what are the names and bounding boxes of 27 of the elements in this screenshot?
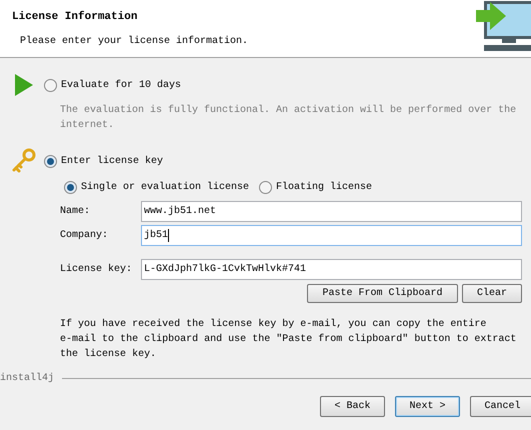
text-field[interactable]: L-GXdJph7lkG-1CvkTwHlvk#741 <box>141 259 522 280</box>
info-text: If you have received the license key by e-mail, you can copy the entire e-mail to the clipboard and use the "Paste from clipboard" button to extract the license key. <box>60 318 518 362</box>
license-type-label: Single or evaluation license <box>81 180 250 194</box>
radio-button[interactable] <box>64 180 77 194</box>
radio-button[interactable] <box>259 180 272 194</box>
field-label: Name: <box>60 205 92 219</box>
option-label: Enter license key <box>61 154 164 168</box>
play-icon <box>15 74 33 96</box>
dialog-button[interactable]: Paste From Clipboard <box>307 284 458 303</box>
option-description: The evaluation is fully functional. An activation will be performed over the internet. <box>60 104 518 133</box>
header-title: License Information <box>12 10 138 25</box>
nav-button[interactable]: < Back <box>320 396 385 417</box>
radio-button[interactable] <box>44 78 57 92</box>
brand-label: install4j <box>0 372 54 386</box>
dialog-button[interactable]: Clear <box>462 284 522 303</box>
field-label: Company: <box>60 229 110 243</box>
nav-button[interactable]: Next > <box>395 396 460 417</box>
key-icon <box>11 148 37 174</box>
field-label: License key: <box>60 262 134 277</box>
nav-button[interactable]: Cancel <box>470 396 531 417</box>
license-type-label: Floating license <box>276 180 372 194</box>
option-label: Evaluate for 10 days <box>61 78 182 92</box>
text-field[interactable]: www.jb51.net <box>141 201 522 222</box>
monitor-arrow-icon <box>476 0 531 52</box>
text-field[interactable]: jb51 <box>141 225 522 246</box>
radio-button[interactable] <box>44 154 57 168</box>
header-subtitle: Please enter your license information. <box>19 34 248 48</box>
